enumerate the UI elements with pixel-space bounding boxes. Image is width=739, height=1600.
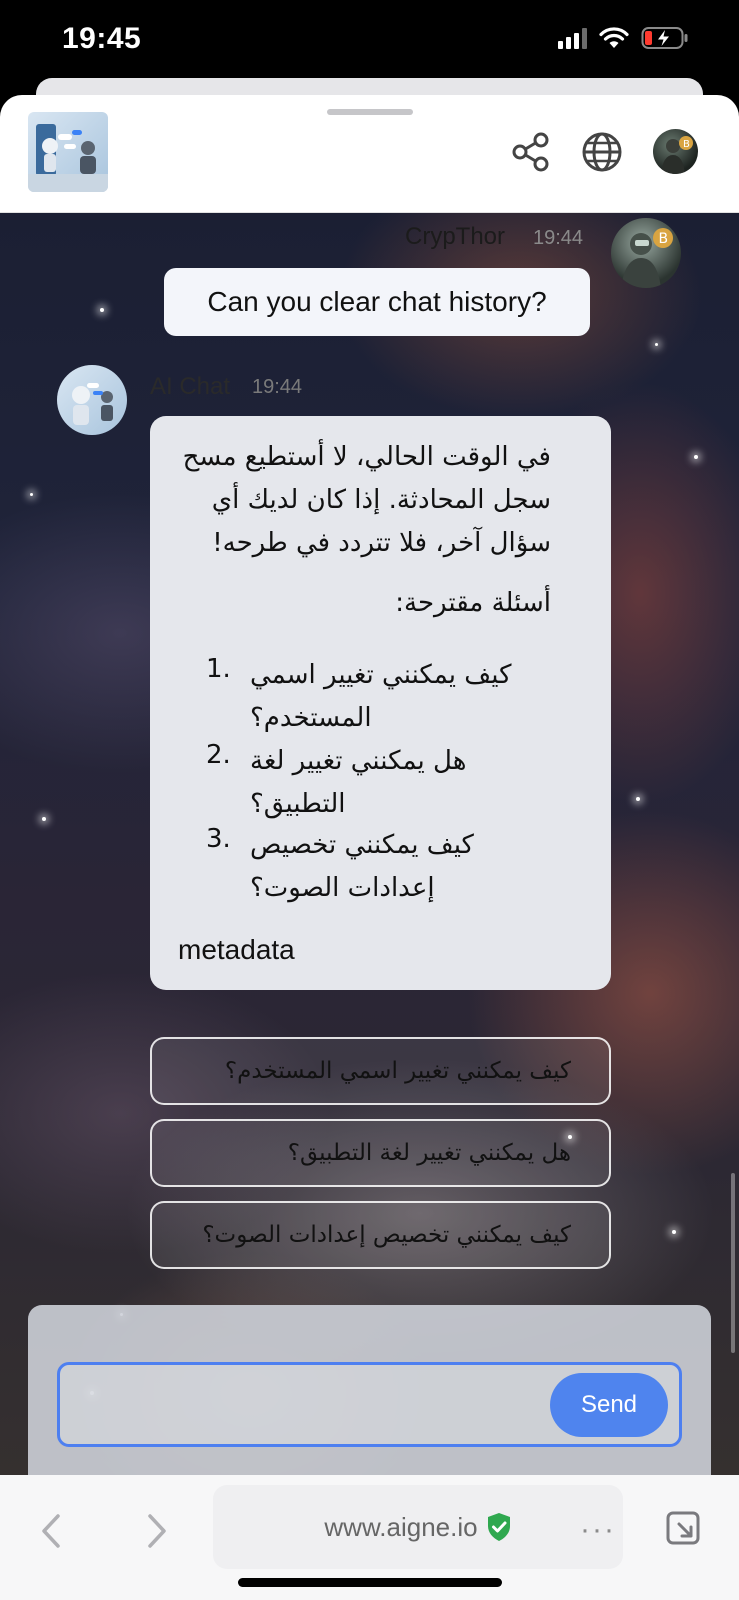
user-avatar-icon[interactable]: B xyxy=(653,129,698,174)
star-decoration xyxy=(42,817,46,821)
cellular-signal-icon xyxy=(558,27,587,49)
list-item-text: كيف يمكنني تخصيص إعدادات الصوت؟ xyxy=(250,830,474,903)
suggestion-button[interactable]: كيف يمكنني تخصيص إعدادات الصوت؟ xyxy=(150,1201,611,1269)
more-options-button[interactable]: ··· xyxy=(580,1513,616,1547)
ai-name: AI Chat xyxy=(150,373,231,400)
ai-message-metadata: metadata xyxy=(178,934,295,965)
svg-text:B: B xyxy=(683,139,690,150)
app-header: B xyxy=(0,95,739,213)
ai-avatar xyxy=(57,365,127,435)
ai-message-bubble: في الوقت الحالي، لا أستطيع مسح سجل المحا… xyxy=(150,416,611,990)
list-item-number: 1. xyxy=(206,654,231,684)
send-button[interactable]: Send xyxy=(550,1373,668,1437)
secure-shield-icon xyxy=(487,1513,510,1541)
user-name: CrypThor xyxy=(405,223,506,250)
back-arrow-icon[interactable] xyxy=(34,1510,70,1552)
forward-arrow-icon[interactable] xyxy=(138,1510,174,1552)
url-text: www.aigne.io xyxy=(324,1511,478,1542)
star-decoration xyxy=(655,343,658,346)
star-decoration xyxy=(30,493,33,496)
share-icon[interactable] xyxy=(510,131,552,173)
open-external-icon[interactable] xyxy=(665,1510,701,1546)
app-logo xyxy=(28,112,108,192)
ai-suggestions-heading: أسئلة مقترحة: xyxy=(395,588,551,618)
message-input-container[interactable]: Send xyxy=(57,1362,682,1447)
wifi-icon xyxy=(599,27,629,48)
star-decoration xyxy=(636,797,640,801)
home-indicator xyxy=(238,1578,502,1587)
battery-charging-icon xyxy=(641,27,688,49)
star-decoration xyxy=(694,455,698,459)
list-item-text: هل يمكنني تغيير لغة التطبيق؟ xyxy=(250,746,467,819)
ai-message-paragraph: في الوقت الحالي، لا أستطيع مسح سجل المحا… xyxy=(182,442,551,558)
star-decoration xyxy=(100,308,104,312)
list-item-text: كيف يمكنني تغيير اسمي المستخدم؟ xyxy=(250,660,512,733)
user-avatar: B xyxy=(611,218,681,288)
status-time: 19:45 xyxy=(62,22,142,55)
svg-text:B: B xyxy=(659,231,669,247)
message-input[interactable] xyxy=(70,1373,540,1437)
url-bar[interactable]: www.aigne.io xyxy=(213,1485,623,1569)
list-item-number: 3. xyxy=(206,824,231,854)
sheet-grabber[interactable] xyxy=(327,109,413,115)
message-composer: Send xyxy=(28,1305,711,1475)
star-decoration xyxy=(672,1230,676,1234)
suggestion-button[interactable]: كيف يمكنني تغيير اسمي المستخدم؟ xyxy=(150,1037,611,1105)
user-message-time: 19:44 xyxy=(533,227,584,249)
list-item-number: 2. xyxy=(206,740,231,770)
suggestion-button[interactable]: هل يمكنني تغيير لغة التطبيق؟ xyxy=(150,1119,611,1187)
ai-message-time: 19:44 xyxy=(252,376,303,398)
user-message-bubble: Can you clear chat history? xyxy=(164,268,590,336)
globe-icon[interactable] xyxy=(581,131,623,173)
chat-area[interactable]: CrypThor 19:44 B Can you clear chat hist… xyxy=(0,213,739,1475)
scrollbar[interactable] xyxy=(731,1173,735,1353)
status-icons xyxy=(558,26,689,50)
status-bar: 19:45 xyxy=(0,0,739,80)
